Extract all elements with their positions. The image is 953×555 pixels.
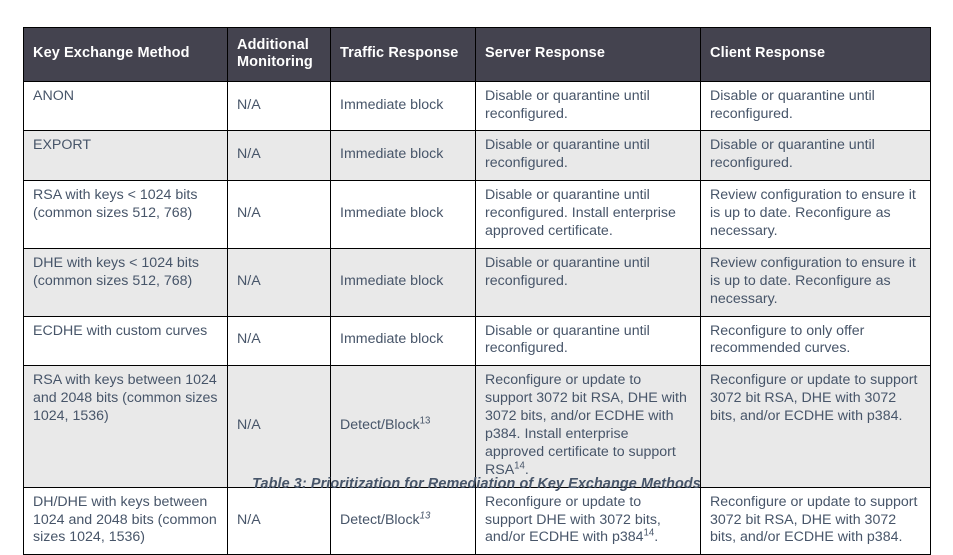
table-row: RSA with keys < 1024 bits (common sizes …	[23, 180, 931, 249]
cell-additional-monitoring: N/A	[227, 486, 331, 555]
cell-traffic-response: Immediate block	[330, 130, 476, 182]
table-row: RSA with keys between 1024 and 2048 bits…	[23, 365, 931, 488]
cell-client-response: Reconfigure or update to support 3072 bi…	[700, 365, 931, 488]
table-header: Key Exchange Method Additional Monitorin…	[23, 27, 931, 82]
cell-server-response: Disable or quarantine until reconfigured…	[475, 247, 701, 317]
cell-additional-monitoring: N/A	[227, 130, 331, 182]
footnote-marker: 14	[643, 527, 655, 539]
column-header-additional-monitoring: Additional Monitoring	[227, 27, 331, 82]
cell-traffic-response: Immediate block	[330, 315, 476, 367]
cell-key-exchange-method: ECDHE with custom curves	[23, 315, 228, 367]
cell-key-exchange-method: EXPORT	[23, 130, 228, 182]
cell-additional-monitoring: N/A	[227, 180, 331, 249]
cell-client-response: Review configuration to ensure it is up …	[700, 247, 931, 317]
cell-server-response: Disable or quarantine until reconfigured…	[475, 315, 701, 367]
cell-server-response: Disable or quarantine until reconfigured…	[475, 80, 701, 132]
cell-additional-monitoring: N/A	[227, 80, 331, 132]
cell-key-exchange-method: RSA with keys < 1024 bits (common sizes …	[23, 180, 228, 249]
cell-client-response: Disable or quarantine until reconfigured…	[700, 80, 931, 132]
cell-additional-monitoring: N/A	[227, 315, 331, 367]
cell-client-response: Reconfigure to only offer recommended cu…	[700, 315, 931, 367]
table-caption: Table 3: Prioritization for Remediation …	[252, 476, 701, 492]
page-root: Key Exchange Method Additional Monitorin…	[0, 0, 953, 555]
cell-server-response: Disable or quarantine until reconfigured…	[475, 180, 701, 249]
cell-client-response: Disable or quarantine until reconfigured…	[700, 130, 931, 182]
cell-server-response: Reconfigure or update to support DHE wit…	[475, 486, 701, 555]
cell-client-response: Reconfigure or update to support 3072 bi…	[700, 486, 931, 555]
table-row: ECDHE with custom curves N/A Immediate blo…	[23, 315, 931, 367]
table-header-row: Key Exchange Method Additional Monitorin…	[23, 27, 931, 82]
column-header-server-response: Server Response	[475, 27, 701, 82]
column-header-client-response: Client Response	[700, 27, 931, 82]
cell-traffic-response: Immediate block	[330, 180, 476, 249]
cell-server-response: Reconfigure or update to support 3072 bi…	[475, 365, 701, 488]
column-header-traffic-response: Traffic Response	[330, 27, 476, 82]
cell-key-exchange-method: DH/DHE with keys between 1024 and 2048 b…	[23, 486, 228, 555]
cell-traffic-response: Immediate block	[330, 80, 476, 132]
cell-traffic-response: Immediate block	[330, 247, 476, 317]
table-row: EXPORT N/A Immediate block Disable or quara…	[23, 130, 931, 182]
cell-additional-monitoring: N/A	[227, 365, 331, 488]
cell-key-exchange-method: DHE with keys < 1024 bits (common sizes …	[23, 247, 228, 317]
cell-traffic-response: Detect/Block13	[330, 486, 476, 555]
table-row: DH/DHE with keys between 1024 and 2048 b…	[23, 486, 931, 555]
cell-server-response: Disable or quarantine until reconfigured…	[475, 130, 701, 182]
cell-key-exchange-method: RSA with keys between 1024 and 2048 bits…	[23, 365, 228, 488]
table-row: ANON N/A Immediate block Disable or quarant…	[23, 80, 931, 132]
cell-client-response: Review configuration to ensure it is up …	[700, 180, 931, 249]
footnote-marker: 13	[419, 415, 431, 427]
footnote-marker: 13	[419, 509, 431, 521]
footnote-marker: 14	[514, 460, 525, 472]
cell-traffic-response: Detect/Block13	[330, 365, 476, 488]
column-header-key-exchange-method: Key Exchange Method	[23, 27, 228, 82]
table-row: DHE with keys < 1024 bits (common sizes …	[23, 247, 931, 317]
cell-additional-monitoring: N/A	[227, 247, 331, 317]
cell-key-exchange-method: ANON	[23, 80, 228, 132]
